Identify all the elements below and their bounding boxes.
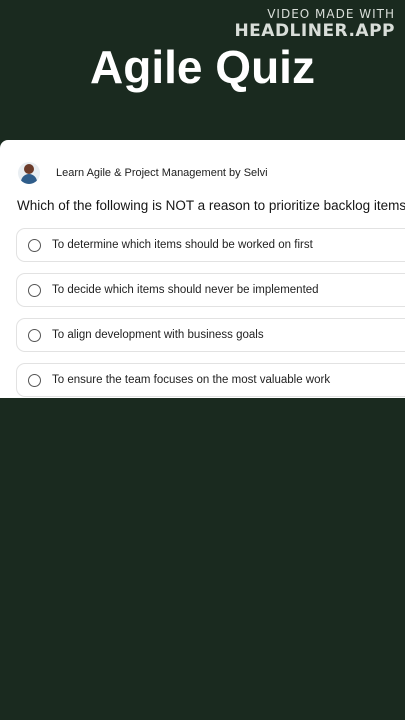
channel-name[interactable]: Learn Agile & Project Management by Selv… xyxy=(56,167,268,179)
option-label: To determine which items should be worke… xyxy=(52,239,313,251)
quiz-question: Which of the following is NOT a reason t… xyxy=(17,198,405,213)
radio-unchecked-icon[interactable] xyxy=(28,328,41,342)
watermark-line-2: HEADLINER.APP xyxy=(234,21,395,41)
channel-header: Learn Agile & Project Management by Selv… xyxy=(18,160,268,186)
quiz-option-4[interactable]: To ensure the team focuses on the most v… xyxy=(16,363,405,397)
channel-avatar-icon[interactable] xyxy=(18,162,40,184)
radio-unchecked-icon[interactable] xyxy=(28,238,41,252)
quiz-option-2[interactable]: To decide which items should never be im… xyxy=(16,273,405,307)
headliner-watermark: VIDEO MADE WITH HEADLINER.APP xyxy=(234,8,395,40)
option-label: To ensure the team focuses on the most v… xyxy=(52,374,331,386)
radio-unchecked-icon[interactable] xyxy=(28,283,41,297)
page-title: Agile Quiz xyxy=(90,41,315,93)
quiz-card: Learn Agile & Project Management by Selv… xyxy=(0,140,405,398)
watermark-line-1: VIDEO MADE WITH xyxy=(267,7,395,21)
option-label: To decide which items should never be im… xyxy=(52,284,319,296)
quiz-option-3[interactable]: To align development with business goals xyxy=(16,318,405,352)
radio-unchecked-icon[interactable] xyxy=(28,373,41,387)
quiz-option-1[interactable]: To determine which items should be worke… xyxy=(16,228,405,262)
option-label: To align development with business goals xyxy=(52,329,264,341)
